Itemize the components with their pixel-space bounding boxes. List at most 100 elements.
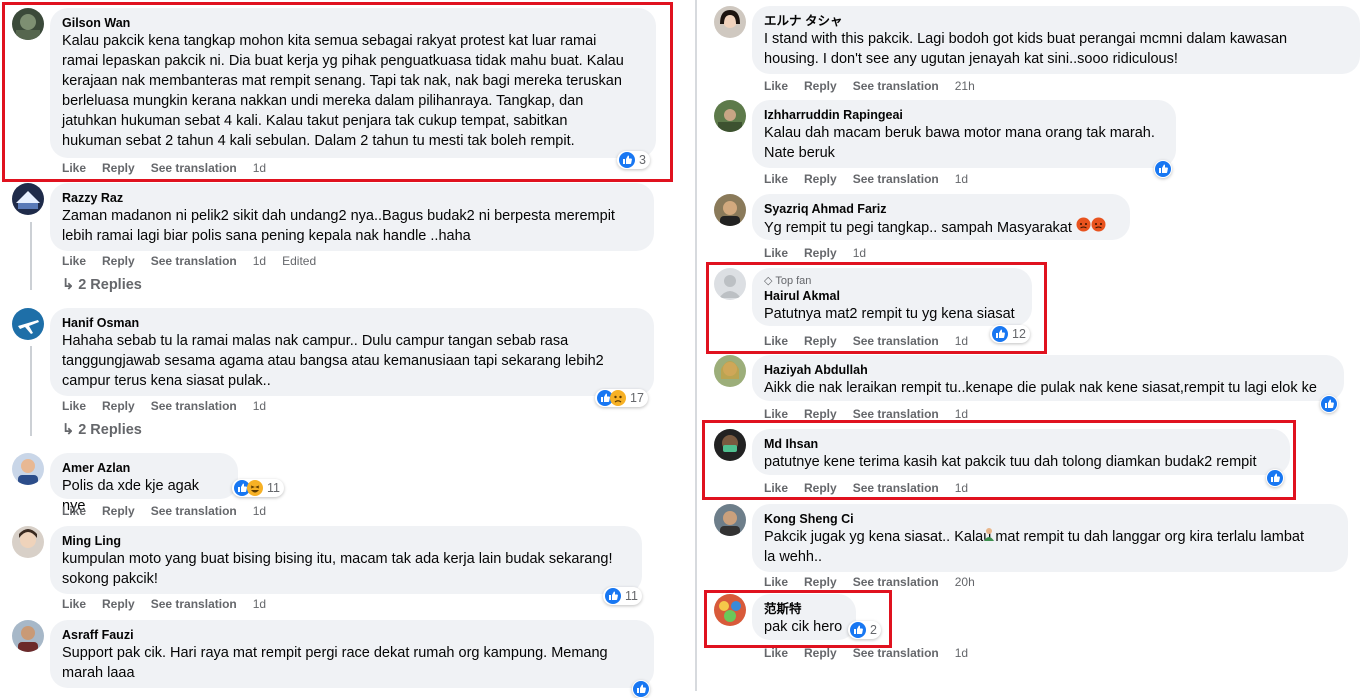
like-reaction-icon — [1321, 396, 1337, 412]
avatar[interactable] — [12, 183, 44, 215]
comment-actions: Like Reply See translation 20h — [764, 575, 991, 589]
author-name[interactable]: Izhharruddin Rapingeai — [764, 107, 1164, 123]
comment-text: Yg rempit tu pegi tangkap.. sampah Masya… — [764, 220, 1072, 236]
avatar[interactable] — [714, 6, 746, 38]
reply-button[interactable]: Reply — [102, 254, 135, 268]
reaction-count: 17 — [630, 391, 644, 405]
reaction-summary[interactable]: 11 — [603, 587, 642, 605]
reply-button[interactable]: Reply — [102, 399, 135, 413]
avatar[interactable] — [12, 308, 44, 340]
like-button[interactable]: Like — [764, 172, 788, 186]
sad-reaction-icon — [610, 390, 626, 406]
reply-button[interactable]: Reply — [804, 246, 837, 260]
see-translation-link[interactable]: See translation — [853, 79, 939, 93]
comment-text-line: marah laaa — [62, 665, 135, 681]
avatar[interactable] — [12, 526, 44, 558]
reaction-summary[interactable]: 11 — [232, 479, 284, 497]
avatar[interactable] — [714, 355, 746, 387]
like-button[interactable]: Like — [62, 254, 86, 268]
reply-button[interactable]: Reply — [804, 575, 837, 589]
reaction-summary[interactable] — [1154, 160, 1172, 178]
avatar[interactable] — [714, 194, 746, 226]
comment-text-line: housing. I don't see any ugutan jenayah … — [764, 51, 1178, 67]
avatar[interactable] — [12, 453, 44, 485]
comment-text-line: Pakcik jugak yg kena siasat.. Kalau mat … — [764, 529, 1304, 545]
highlight-box — [2, 2, 673, 182]
like-button[interactable]: Like — [764, 575, 788, 589]
comment-bubble: Asraff Fauzi Support pak cik. Hari raya … — [50, 620, 654, 688]
author-name[interactable]: Hanif Osman — [62, 315, 642, 331]
like-button[interactable]: Like — [764, 646, 788, 660]
see-translation-link[interactable]: See translation — [151, 399, 237, 413]
see-translation-link[interactable]: See translation — [853, 407, 939, 421]
reply-arrow-icon: ↳ — [62, 277, 79, 293]
author-name[interactable]: Razzy Raz — [62, 190, 642, 206]
timestamp[interactable]: 1d — [853, 246, 866, 260]
column-divider — [695, 0, 697, 691]
author-name[interactable]: Amer Azlan — [62, 460, 226, 476]
reply-button[interactable]: Reply — [102, 504, 135, 518]
reaction-count: 11 — [267, 481, 280, 495]
comment-text-line: lebih ramai lagi biar polis sana pening … — [62, 228, 471, 244]
comment-actions: Like Reply 1d — [764, 246, 882, 260]
author-name[interactable]: Syazriq Ahmad Fariz — [764, 201, 1118, 217]
author-name[interactable]: Kong Sheng Ci — [764, 511, 1336, 527]
timestamp[interactable]: 1d — [253, 399, 266, 413]
author-name[interactable]: Asraff Fauzi — [62, 627, 642, 643]
see-translation-link[interactable]: See translation — [853, 575, 939, 589]
timestamp[interactable]: 21h — [955, 79, 975, 93]
timestamp[interactable]: 1d — [253, 254, 266, 268]
comment-actions: Like Reply See translation 1d — [764, 646, 984, 660]
reply-button[interactable]: Reply — [102, 597, 135, 611]
see-translation-link[interactable]: See translation — [151, 254, 237, 268]
avatar[interactable] — [12, 620, 44, 652]
comment-actions: Like Reply See translation 1d — [62, 597, 282, 611]
replies-count: 2 Replies — [78, 277, 142, 293]
timestamp[interactable]: 20h — [955, 575, 975, 589]
timestamp[interactable]: 1d — [955, 646, 968, 660]
comment-text-line: kumpulan moto yang buat bising bising it… — [62, 551, 613, 567]
see-translation-link[interactable]: See translation — [151, 504, 237, 518]
author-name[interactable]: エルナ タシャ — [764, 13, 1348, 29]
like-button[interactable]: Like — [764, 407, 788, 421]
reply-button[interactable]: Reply — [804, 172, 837, 186]
like-button[interactable]: Like — [62, 597, 86, 611]
see-translation-link[interactable]: See translation — [853, 172, 939, 186]
avatar[interactable] — [714, 100, 746, 132]
author-name[interactable]: Ming Ling — [62, 533, 630, 549]
timestamp[interactable]: 1d — [955, 407, 968, 421]
reaction-summary[interactable] — [632, 680, 650, 698]
like-button[interactable]: Like — [62, 504, 86, 518]
like-button[interactable]: Like — [62, 399, 86, 413]
like-reaction-icon — [1155, 161, 1171, 177]
timestamp[interactable]: 1d — [955, 172, 968, 186]
comments-column-right: エルナ タシャ I stand with this pakcik. Lagi b… — [700, 0, 1372, 691]
comment-actions: Like Reply See translation 1d Edited — [62, 254, 332, 268]
person-emoji-icon — [982, 527, 996, 546]
avatar[interactable] — [714, 504, 746, 536]
comment-bubble: Hanif Osman Hahaha sebab tu la ramai mal… — [50, 308, 654, 396]
comment-text-line: la wehh.. — [764, 549, 823, 565]
reply-button[interactable]: Reply — [804, 646, 837, 660]
reply-thread-line — [30, 346, 32, 436]
like-button[interactable]: Like — [764, 79, 788, 93]
comment-text-line: sokong pakcik! — [62, 571, 158, 587]
like-reaction-icon — [633, 681, 649, 697]
timestamp[interactable]: 1d — [253, 597, 266, 611]
like-button[interactable]: Like — [764, 246, 788, 260]
reaction-summary[interactable] — [1320, 395, 1338, 413]
see-translation-link[interactable]: See translation — [853, 646, 939, 660]
timestamp[interactable]: 1d — [253, 504, 266, 518]
see-translation-link[interactable]: See translation — [151, 597, 237, 611]
view-replies-link[interactable]: ↳ 2 Replies — [62, 422, 142, 438]
comment-actions: Like Reply See translation 1d — [764, 407, 984, 421]
reaction-summary[interactable]: 17 — [595, 389, 648, 407]
comments-column-left: Gilson Wan Kalau pakcik kena tangkap moh… — [0, 0, 690, 698]
like-reaction-icon — [605, 588, 621, 604]
author-name[interactable]: Haziyah Abdullah — [764, 362, 1332, 378]
comment-text-line: Aikk die nak leraikan rempit tu..kenape … — [764, 380, 1317, 396]
comment-text-line: I stand with this pakcik. Lagi bodoh got… — [764, 31, 1288, 47]
reply-button[interactable]: Reply — [804, 407, 837, 421]
view-replies-link[interactable]: ↳ 2 Replies — [62, 277, 142, 293]
reply-button[interactable]: Reply — [804, 79, 837, 93]
